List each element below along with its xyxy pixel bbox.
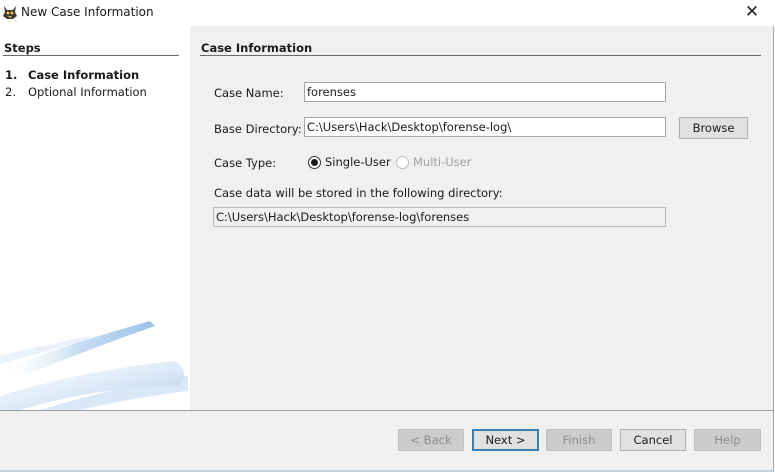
radio-unchecked-icon xyxy=(396,155,409,169)
next-button[interactable]: Next > xyxy=(472,429,539,451)
step-label: Case Information xyxy=(28,68,140,82)
autopsy-dog-icon xyxy=(3,6,17,19)
storage-note: Case data will be stored in the followin… xyxy=(214,186,503,200)
multi-user-radio[interactable]: Multi-User xyxy=(396,155,471,169)
finish-button[interactable]: Finish xyxy=(546,429,612,451)
base-directory-field[interactable]: C:\Users\Hack\Desktop\forense-log\ xyxy=(304,117,666,137)
steps-divider xyxy=(3,55,179,56)
decorative-swoosh-graphic xyxy=(0,321,188,410)
steps-header: Steps xyxy=(4,41,41,55)
content-panel: Case Information Case Name: forenses Bas… xyxy=(190,26,773,410)
step-number: 2. xyxy=(5,85,16,99)
radio-checked-icon xyxy=(308,155,321,169)
step-number: 1. xyxy=(5,68,18,82)
single-user-label: Single-User xyxy=(325,155,391,169)
multi-user-label: Multi-User xyxy=(413,155,472,169)
steps-panel: Steps 1. Case Information 2. Optional Info… xyxy=(0,26,190,410)
single-user-radio[interactable]: Single-User xyxy=(308,155,391,169)
browse-button[interactable]: Browse xyxy=(679,117,748,139)
back-button[interactable]: < Back xyxy=(398,429,464,451)
close-icon: ✕ xyxy=(744,2,760,22)
help-button[interactable]: Help xyxy=(694,429,761,451)
case-name-field[interactable]: forenses xyxy=(304,82,666,102)
button-bar: < Back Next > Finish Cancel Help xyxy=(0,411,773,470)
window-title: New Case Information xyxy=(21,5,154,19)
cancel-button[interactable]: Cancel xyxy=(620,429,686,451)
case-type-label: Case Type: xyxy=(214,156,277,170)
close-button[interactable]: ✕ xyxy=(729,0,775,24)
step-label: Optional Information xyxy=(28,85,147,99)
step-optional-information: 2. Optional Information xyxy=(5,85,147,99)
step-case-information: 1. Case Information xyxy=(5,68,139,82)
storage-path-field: C:\Users\Hack\Desktop\forense-log\forens… xyxy=(213,207,666,227)
title-bar: New Case Information ✕ xyxy=(0,0,775,26)
header-divider xyxy=(200,55,761,56)
case-name-label: Case Name: xyxy=(214,86,284,100)
page-title: Case Information xyxy=(201,41,313,55)
base-directory-label: Base Directory: xyxy=(214,122,302,136)
